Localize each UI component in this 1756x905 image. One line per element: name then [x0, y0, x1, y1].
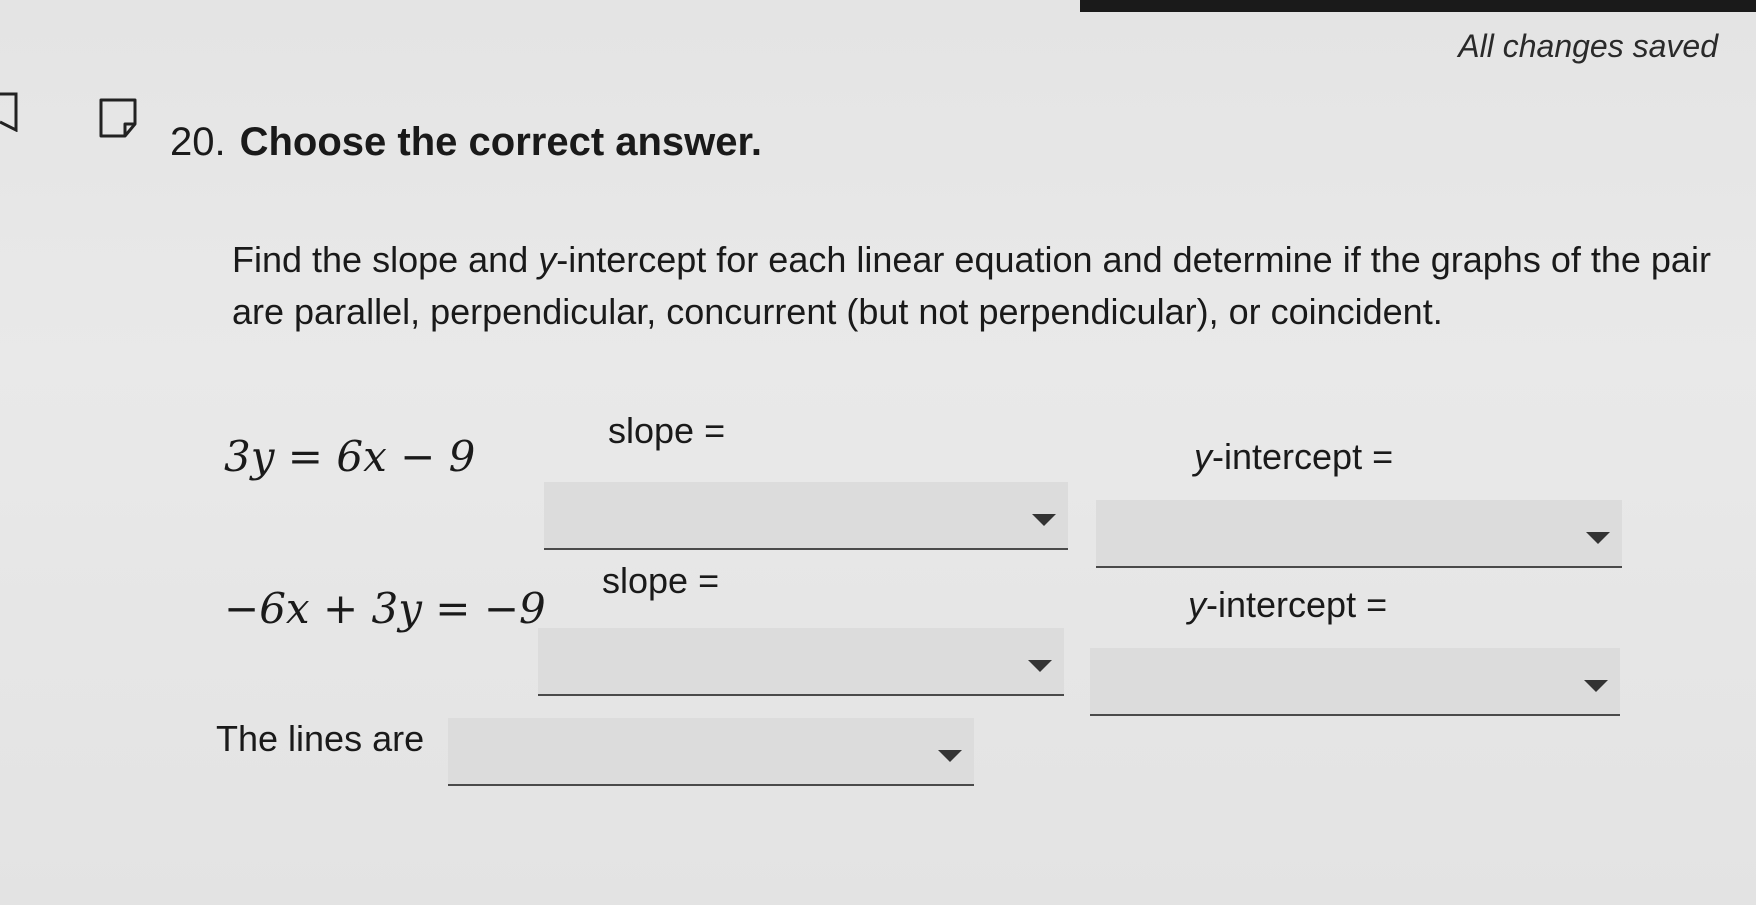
question-header: 20. Choose the correct answer. [170, 120, 762, 165]
caret-down-icon [1584, 680, 1608, 692]
instructions: Find the slope and y-intercept for each … [232, 234, 1712, 338]
lines-relationship-dropdown[interactable] [448, 718, 974, 786]
intercept-label-variable-1: y [1194, 436, 1212, 477]
caret-down-icon [1032, 514, 1056, 526]
intercept-dropdown-1[interactable] [1096, 500, 1622, 568]
slope-label-1: slope = [608, 410, 726, 451]
equation-2: −6x + 3y = −9 [224, 584, 546, 633]
lines-relationship-label: The lines are [216, 718, 425, 759]
intercept-dropdown-2[interactable] [1090, 648, 1620, 716]
instructions-variable: y [538, 239, 557, 280]
intercept-label-text-1: -intercept = [1212, 436, 1394, 477]
instructions-text-start: Find the slope and [232, 239, 539, 280]
save-status: All changes saved [1458, 28, 1718, 64]
caret-down-icon [938, 750, 962, 762]
intercept-label-1: y-intercept = [1194, 436, 1393, 478]
intercept-label-2: y-intercept = [1188, 584, 1387, 626]
flag-icon [0, 92, 18, 132]
question-number: 20. [170, 120, 226, 164]
intercept-label-text-2: -intercept = [1206, 584, 1388, 625]
equation-1: 3y = 6x − 9 [224, 432, 476, 481]
slope-dropdown-2[interactable] [538, 628, 1064, 696]
caret-down-icon [1586, 532, 1610, 544]
slope-dropdown-1[interactable] [544, 482, 1068, 550]
slope-label-2: slope = [602, 560, 720, 601]
question-title: Choose the correct answer. [239, 120, 763, 164]
top-bar [1080, 0, 1756, 12]
caret-down-icon [1028, 660, 1052, 672]
intercept-label-variable-2: y [1188, 584, 1206, 625]
note-icon[interactable] [97, 96, 141, 140]
